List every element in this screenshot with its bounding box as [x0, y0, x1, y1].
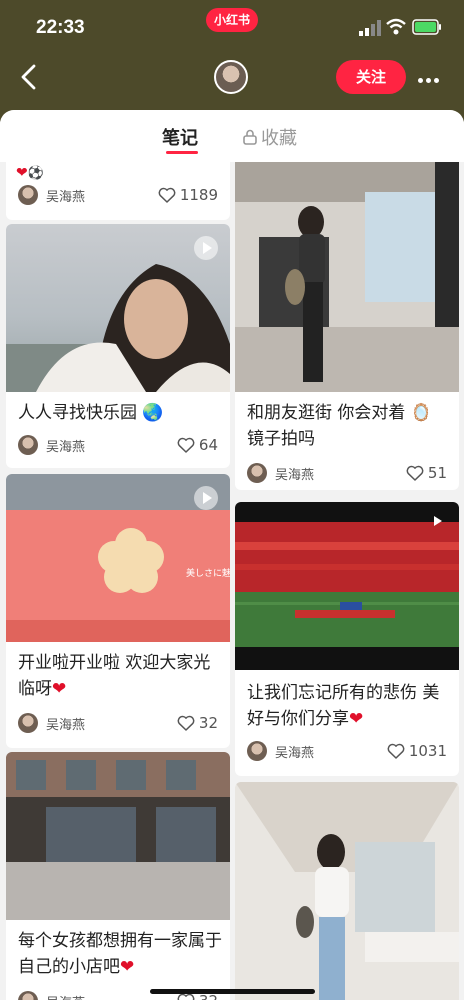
note-cover-image — [6, 752, 230, 920]
battery-icon — [412, 19, 441, 35]
heart-icon — [177, 993, 195, 1000]
tab-favorites[interactable]: 收藏 — [243, 124, 297, 150]
author-row[interactable]: 吴海燕 — [18, 184, 85, 206]
author-avatar — [247, 741, 267, 761]
note-card[interactable] — [235, 782, 459, 1000]
author-name: 吴海燕 — [46, 439, 86, 455]
like-count[interactable]: 32 — [177, 712, 218, 734]
heart-icon — [158, 187, 176, 203]
author-row[interactable]: 吴海燕 — [18, 712, 85, 734]
note-title: 每个女孩都想拥有一家属于自己的小店吧❤ — [18, 931, 222, 977]
author-name: 吴海燕 — [46, 992, 85, 1000]
card-image-sliver: ❤⚽ — [16, 165, 44, 181]
author-row[interactable]: 吴海燕 — [18, 434, 85, 456]
note-card[interactable]: 人人寻找快乐园 🌏 吴海燕 64 — [6, 224, 230, 468]
author-row[interactable]: 吴海燕 — [18, 990, 85, 1000]
author-row[interactable]: 吴海燕 — [247, 740, 314, 762]
sign-text: 美しさに魅 — [186, 569, 230, 579]
profile-header: 22:33 小红书 关注 — [0, 0, 464, 122]
follow-button[interactable]: 关注 — [336, 60, 406, 94]
lock-icon — [243, 129, 257, 145]
tab-notes[interactable]: 笔记 — [162, 124, 198, 150]
author-row[interactable]: 吴海燕 — [247, 462, 314, 484]
video-play-icon — [194, 236, 218, 260]
back-arrow-icon[interactable] — [18, 62, 40, 92]
tab-bar: 笔记 收藏 — [0, 110, 464, 162]
tab-favorites-label: 收藏 — [261, 128, 297, 149]
author-avatar — [18, 713, 38, 733]
video-play-icon — [194, 486, 218, 510]
app-badge: 小红书 — [206, 8, 258, 32]
author-name: 吴海燕 — [275, 467, 315, 483]
note-cover-image — [235, 162, 459, 392]
like-count[interactable]: 1031 — [387, 740, 447, 762]
note-title: 让我们忘记所有的悲伤 美好与你们分享❤ — [247, 683, 440, 729]
note-card[interactable]: 让我们忘记所有的悲伤 美好与你们分享❤ 吴海燕 1031 — [235, 502, 459, 776]
author-avatar — [18, 185, 38, 205]
active-tab-indicator — [166, 151, 198, 154]
more-dots-icon[interactable] — [418, 68, 444, 86]
note-card[interactable]: ❤⚽ 吴海燕 1189 — [6, 162, 230, 220]
author-name: 吴海燕 — [275, 745, 315, 761]
heart-icon — [406, 465, 424, 481]
note-title: 开业啦开业啦 欢迎大家光临呀❤ — [18, 653, 211, 699]
heart-icon — [177, 715, 195, 731]
notes-sheet: 笔记 收藏 ❤⚽ 吴海燕 1189 人人寻找快乐园 🌏 吴海燕 64 美しさに魅… — [0, 110, 464, 1000]
note-cover-image — [235, 782, 459, 1000]
author-avatar — [247, 463, 267, 483]
like-count[interactable]: 51 — [406, 462, 447, 484]
author-avatar — [18, 991, 38, 1000]
author-name: 吴海燕 — [46, 189, 86, 205]
author-avatar — [18, 435, 38, 455]
note-card[interactable]: 美しさに魅 开业啦开业啦 欢迎大家光临呀❤ 吴海燕 32 — [6, 474, 230, 748]
note-card[interactable]: 和朋友逛街 你会对着 🪞 镜子拍吗 吴海燕 51 — [235, 162, 459, 490]
note-cover-image — [235, 502, 459, 670]
note-card[interactable]: 每个女孩都想拥有一家属于自己的小店吧❤ 吴海燕 32 — [6, 752, 230, 1000]
heart-icon — [387, 743, 405, 759]
note-title: 人人寻找快乐园 🌏 — [18, 403, 164, 423]
avatar[interactable] — [214, 60, 248, 94]
note-title: 和朋友逛街 你会对着 🪞 镜子拍吗 — [247, 403, 432, 449]
status-time: 22:33 — [36, 17, 85, 38]
wifi-icon — [386, 18, 406, 35]
signal-icon — [359, 20, 381, 36]
heart-icon — [177, 437, 195, 453]
video-play-icon — [434, 516, 442, 526]
home-indicator — [150, 989, 315, 994]
like-count[interactable]: 64 — [177, 434, 218, 456]
like-count[interactable]: 1189 — [158, 184, 218, 206]
author-name: 吴海燕 — [46, 717, 86, 733]
